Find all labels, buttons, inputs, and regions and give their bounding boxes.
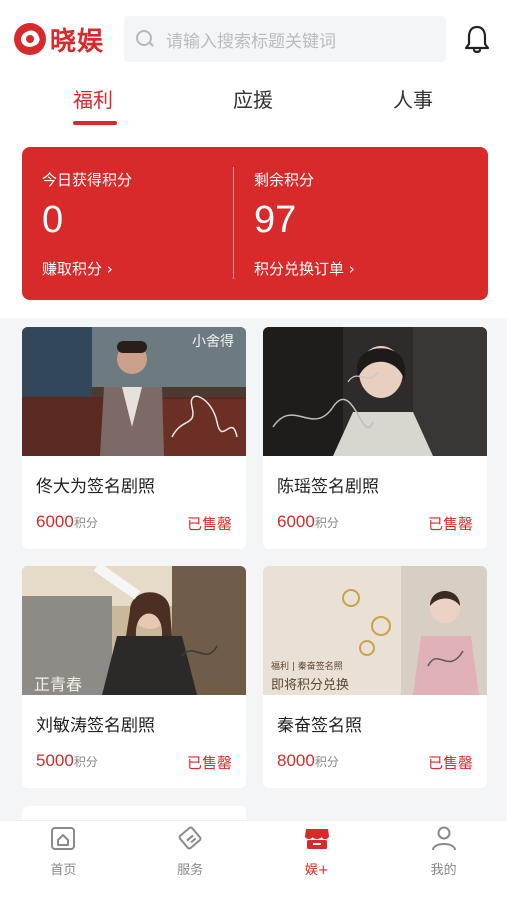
today-points-value: 0: [42, 199, 64, 241]
bell-icon[interactable]: [463, 24, 491, 54]
exchange-orders-label: 积分兑换订单: [254, 260, 345, 278]
price-unit: 积分: [73, 755, 98, 769]
points-divider: [233, 167, 234, 279]
nav-home-label: 首页: [50, 863, 77, 878]
exchange-orders-link[interactable]: 积分兑换订单 ›: [254, 258, 355, 279]
nav-profile[interactable]: 我的: [380, 821, 507, 880]
photo-caption: 小舍得: [192, 334, 234, 350]
points-card: 今日获得积分 0 赚取积分 › 剩余积分 97 积分兑换订单 ›: [22, 147, 488, 300]
product-price: 5000积分: [36, 751, 98, 771]
header: 晓娱 请输入搜索标题关键词: [0, 0, 507, 78]
shop-icon: [304, 829, 329, 849]
price-unit: 积分: [73, 516, 98, 530]
home-icon: [51, 827, 76, 850]
nav-service[interactable]: 服务: [127, 821, 254, 880]
product-title: 刘敏涛签名剧照: [36, 716, 155, 736]
product-photo: [263, 327, 487, 456]
logo-icon: [14, 23, 46, 55]
today-points-label: 今日获得积分: [42, 171, 133, 189]
today-points: 今日获得积分 0 赚取积分 ›: [42, 147, 232, 300]
photo-caption: 即将积分兑换: [271, 678, 350, 693]
bottom-nav: 首页 服务 娱+ 我的: [0, 820, 507, 880]
logo-text: 晓娱: [50, 26, 105, 57]
product-price: 8000积分: [277, 751, 339, 771]
search-icon: [136, 30, 154, 48]
next-product-card: [22, 806, 246, 820]
price-value: 8000: [277, 751, 315, 770]
status-badge: 已售罄: [427, 754, 473, 772]
status-badge: 已售罄: [427, 515, 473, 533]
product-card[interactable]: 小舍得 佟大为签名剧照 6000积分 已售罄: [22, 327, 246, 549]
chevron-right-icon: ›: [106, 260, 113, 278]
price-value: 6000: [277, 512, 315, 531]
photo-caption: 福利 | 秦奋签名照: [271, 662, 343, 672]
price-unit: 积分: [314, 516, 339, 530]
status-badge: 已售罄: [186, 754, 232, 772]
product-price: 6000积分: [36, 512, 98, 532]
remaining-points-value: 97: [254, 199, 297, 241]
product-title: 佟大为签名剧照: [36, 477, 155, 497]
active-tab-indicator: [73, 121, 117, 125]
product-card[interactable]: 正青春 刘敏涛签名剧照 5000积分 已售罄: [22, 566, 246, 788]
price-value: 6000: [36, 512, 74, 531]
status-badge: 已售罄: [186, 515, 232, 533]
search-input[interactable]: 请输入搜索标题关键词: [124, 16, 446, 62]
logo[interactable]: 晓娱: [14, 21, 124, 58]
remaining-points-label: 剩余积分: [254, 171, 315, 189]
price-unit: 积分: [314, 755, 339, 769]
price-value: 5000: [36, 751, 74, 770]
remaining-points: 剩余积分 97 积分兑换订单 ›: [254, 147, 474, 300]
nav-profile-label: 我的: [430, 863, 457, 878]
product-title: 秦奋签名照: [277, 716, 362, 736]
product-title: 陈瑶签名剧照: [277, 477, 379, 497]
chevron-right-icon: ›: [348, 260, 355, 278]
service-icon: [178, 826, 202, 850]
search-placeholder: 请输入搜索标题关键词: [166, 31, 336, 52]
product-card[interactable]: 福利 | 秦奋签名照 即将积分兑换 秦奋签名照 8000积分 已售罄: [263, 566, 487, 788]
product-grid: 小舍得 佟大为签名剧照 6000积分 已售罄 陈瑶签名剧照 6000积分 已售罄: [0, 318, 507, 820]
tab-personnel[interactable]: 人事: [393, 84, 433, 113]
nav-entertainment-plus[interactable]: 娱+: [254, 821, 381, 880]
user-icon: [431, 826, 456, 851]
earn-points-link[interactable]: 赚取积分 ›: [42, 258, 113, 279]
tab-support[interactable]: 应援: [233, 84, 273, 113]
tab-welfare[interactable]: 福利: [73, 84, 113, 113]
photo-caption: 正青春: [34, 675, 83, 694]
nav-home[interactable]: 首页: [0, 821, 127, 880]
earn-points-label: 赚取积分: [42, 260, 103, 278]
app-root: 晓娱 请输入搜索标题关键词 福利 应援 人事 今日获得积分 0 赚取积分 › 剩…: [0, 0, 507, 900]
product-card[interactable]: 陈瑶签名剧照 6000积分 已售罄: [263, 327, 487, 549]
nav-entertainment-plus-label: 娱+: [304, 863, 329, 878]
product-price: 6000积分: [277, 512, 339, 532]
nav-service-label: 服务: [177, 863, 204, 878]
